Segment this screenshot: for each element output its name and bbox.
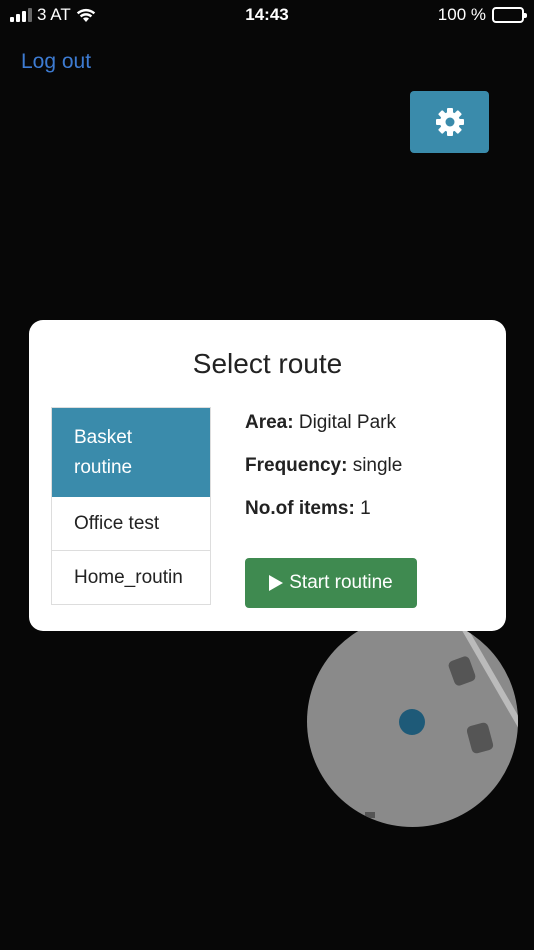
map-obstacle bbox=[365, 812, 375, 818]
status-right: 100 % bbox=[437, 5, 527, 25]
modal-title: Select route bbox=[192, 348, 343, 379]
play-icon bbox=[269, 575, 284, 591]
area-row: Area: Digital Park bbox=[245, 410, 402, 453]
frequency-label: Frequency: bbox=[245, 455, 348, 476]
select-route-modal: Select route Basket routine Office test … bbox=[29, 320, 506, 631]
route-item-home-routin[interactable]: Home_routin bbox=[52, 551, 210, 604]
map-obstacle bbox=[447, 655, 477, 687]
area-label: Area: bbox=[245, 412, 294, 433]
frequency-value: single bbox=[352, 455, 403, 476]
items-row: No.of items: 1 bbox=[245, 496, 402, 539]
route-details: Area: Digital Park Frequency: single No.… bbox=[245, 410, 402, 539]
battery-icon bbox=[492, 7, 527, 23]
status-bar: 3 AT 14:43 100 % bbox=[0, 0, 534, 32]
map-minimap[interactable] bbox=[307, 616, 518, 827]
start-routine-button[interactable]: Start routine bbox=[245, 558, 417, 608]
gear-icon bbox=[435, 108, 464, 136]
settings-button[interactable] bbox=[410, 91, 489, 153]
route-list: Basket routine Office test Home_routin bbox=[51, 407, 211, 605]
area-value: Digital Park bbox=[298, 412, 397, 433]
items-label: No.of items: bbox=[245, 498, 355, 519]
start-routine-label: Start routine bbox=[289, 572, 393, 593]
route-item-basket-routine[interactable]: Basket routine bbox=[52, 408, 210, 497]
app-screen: 3 AT 14:43 100 % Log out Select route Ba… bbox=[0, 0, 534, 950]
map-obstacle bbox=[465, 721, 495, 755]
logout-link[interactable]: Log out bbox=[21, 50, 91, 74]
frequency-row: Frequency: single bbox=[245, 453, 402, 496]
route-item-office-test[interactable]: Office test bbox=[52, 497, 210, 551]
battery-percent: 100 % bbox=[437, 5, 486, 24]
robot-position-marker bbox=[399, 709, 425, 735]
items-value: 1 bbox=[360, 498, 371, 519]
